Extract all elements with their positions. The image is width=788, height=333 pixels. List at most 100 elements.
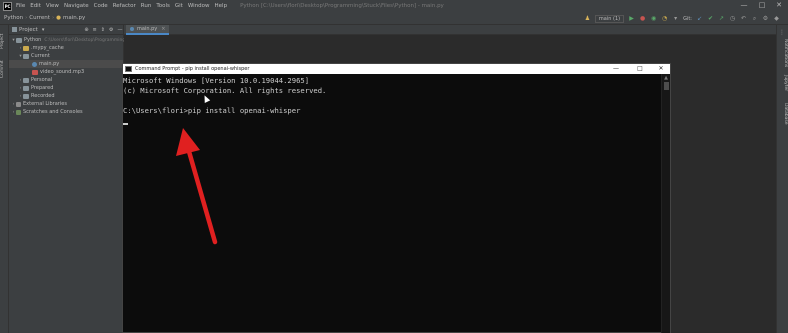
command-prompt-output[interactable]: Microsoft Windows [Version 10.0.19044.29… [123,74,663,333]
cmd-minimize-button[interactable]: — [605,64,627,74]
scratch-icon [16,109,21,115]
settings-gear-icon[interactable]: ⚙ [109,27,113,33]
menu-navigate[interactable]: Navigate [64,3,89,9]
tree-label: Personal [31,77,53,83]
navigation-bar: Python › Current › ● main.py ♟ main (1) … [0,12,788,25]
folder-icon [23,77,29,83]
tree-item-mypy-cache[interactable]: › .mypy_cache [18,44,64,52]
folder-icon [23,85,29,91]
settings-gear-icon[interactable]: ⚙ [762,15,769,23]
breadcrumb-project[interactable]: Python [4,15,23,21]
cmd-maximize-button[interactable]: □ [629,64,651,74]
tree-label: Python [24,37,42,43]
editor-tab-bar: main.py × [124,25,776,35]
menu-bar: PC File Edit View Navigate Code Refactor… [0,0,788,12]
breadcrumb-file[interactable]: main.py [63,15,85,21]
expand-all-icon[interactable]: ⇕ [101,27,105,33]
tool-tab-project[interactable]: Project [0,29,9,53]
menu-view[interactable]: View [46,3,59,9]
maximize-button[interactable]: □ [755,1,769,9]
history-icon[interactable]: ◷ [729,15,736,23]
menu-git[interactable]: Git [175,3,183,9]
window-title: Python [C:\Users\flori\Desktop\Programmi… [240,3,444,9]
breadcrumb-folder[interactable]: Current [29,15,50,21]
tool-tab-commit[interactable]: Commit [0,57,9,81]
stop-icon[interactable]: ● [639,15,646,23]
close-window-button[interactable]: ✕ [772,1,786,9]
close-icon[interactable]: × [161,26,165,32]
library-icon [16,101,21,107]
git-label: Git: [683,15,692,22]
more-run-icon[interactable]: ▾ [672,15,679,23]
folder-icon [12,27,17,32]
hide-panel-icon[interactable]: — [117,27,122,33]
tree-item-recorded[interactable]: › Recorded [18,92,55,100]
tree-item-external-libraries[interactable]: › External Libraries [11,100,67,108]
search-icon[interactable]: ⌕ [751,15,758,23]
tree-label: video_sound.mp3 [40,69,85,75]
pycharm-logo-icon: PC [3,1,12,11]
git-commit-icon[interactable]: ✔ [707,15,714,23]
tree-item-main-py[interactable]: main.py [9,60,123,68]
python-file-icon [32,61,37,67]
menu-help[interactable]: Help [215,3,228,9]
tool-tab-database[interactable]: Database [778,99,788,129]
folder-icon [23,53,29,59]
editor-tab-main-py[interactable]: main.py × [126,25,170,35]
python-file-icon: ● [56,15,61,21]
command-prompt-title: Command Prompt - pip install openai-whis… [135,66,250,72]
tree-item-video-sound[interactable]: video_sound.mp3 [32,68,84,76]
project-panel-title[interactable]: Project [19,27,38,33]
menu-refactor[interactable]: Refactor [113,3,136,9]
run-configuration-select[interactable]: main (1) [594,14,625,23]
terminal-line: Microsoft Windows [Version 10.0.19044.29… [123,76,310,85]
left-tool-strip: Project Commit [0,25,9,333]
user-icon[interactable]: ♟ [584,15,591,23]
breadcrumb-separator: › [51,15,55,21]
menu-file[interactable]: File [16,3,25,9]
collapse-all-icon[interactable]: ≡ [93,27,97,33]
command-prompt-window[interactable]: Command Prompt - pip install openai-whis… [122,63,671,333]
git-push-icon[interactable]: ↗ [718,15,725,23]
scroll-thumb[interactable] [663,82,669,90]
run-toolbar: ♟ main (1) ▶ ● ◉ ◔ ▾ Git: ↙ ✔ ↗ ◷ ↶ ⌕ ⚙ … [584,13,780,24]
menu-run[interactable]: Run [141,3,152,9]
tool-tab-notifications[interactable]: Notifications [778,39,788,67]
menu-window[interactable]: Window [188,3,210,9]
tree-label: Prepared [31,85,54,91]
menu-edit[interactable]: Edit [30,3,41,9]
audio-file-icon [32,69,38,75]
ide-logo-icon: ◆ [774,14,779,22]
scroll-up-arrow-icon[interactable]: ▲ [662,74,670,82]
profile-icon[interactable]: ◔ [661,15,668,23]
coverage-icon[interactable]: ◉ [650,15,657,23]
tool-tab-jupyter[interactable]: Jupyter [778,71,788,95]
editor-tab-label: main.py [137,26,158,32]
cmd-scrollbar[interactable]: ▲ [661,74,670,333]
terminal-icon [125,66,132,72]
command-prompt-titlebar[interactable]: Command Prompt - pip install openai-whis… [123,64,670,74]
tree-item-scratches[interactable]: › Scratches and Consoles [11,108,83,116]
minimize-button[interactable]: — [737,1,751,9]
menu-code[interactable]: Code [94,3,108,9]
chevron-down-icon[interactable]: ▾ [42,27,45,33]
tree-label: External Libraries [23,101,67,107]
tree-item-prepared[interactable]: › Prepared [18,84,54,92]
tree-item-current[interactable]: ▾ Current [18,52,49,60]
python-file-icon [130,27,134,31]
breadcrumb-separator: › [25,15,28,21]
rollback-icon[interactable]: ↶ [740,15,747,23]
project-panel-header: Project ▾ ⊕ ≡ ⇕ ⚙ — [9,25,123,35]
cmd-close-button[interactable]: ✕ [650,64,672,74]
folder-icon [23,45,29,51]
locate-icon[interactable]: ⊕ [84,27,88,33]
tree-item-python[interactable]: ▾ Python C:\Users\flori\Desktop\Programm… [11,36,131,44]
more-options-icon[interactable]: ⋮ [779,29,785,36]
right-tool-strip: ⋮ Notifications Jupyter Database [776,25,788,333]
menu-tools[interactable]: Tools [156,3,170,9]
tree-label: .mypy_cache [31,45,64,51]
run-icon[interactable]: ▶ [628,15,635,23]
tree-label: Recorded [31,93,55,99]
tree-item-personal[interactable]: › Personal [18,76,53,84]
git-update-icon[interactable]: ↙ [696,15,703,23]
